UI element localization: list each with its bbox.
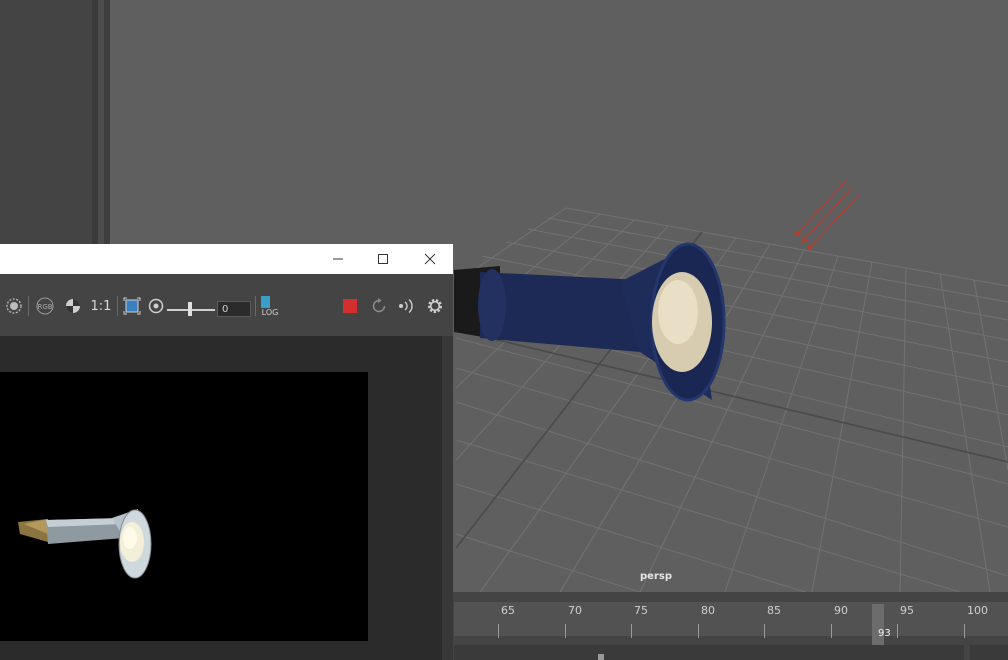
maximize-button[interactable] <box>363 244 403 274</box>
toolbar-separator <box>255 296 256 316</box>
timeline-tick <box>565 624 566 638</box>
ground-grid <box>455 207 1008 592</box>
settings-button[interactable] <box>425 291 445 321</box>
close-icon <box>424 253 436 265</box>
log-button[interactable]: LOG <box>259 291 281 321</box>
timeline-tick <box>964 624 965 638</box>
checker-background-button[interactable] <box>62 291 84 321</box>
timeline-tick-label: 80 <box>701 604 715 617</box>
frame-region-button[interactable] <box>122 291 142 321</box>
timeline-tick-label: 90 <box>834 604 848 617</box>
minimize-button[interactable] <box>318 244 358 274</box>
log-icon: LOG <box>261 296 279 317</box>
gear-icon <box>428 299 442 313</box>
svg-text:RGB: RGB <box>37 303 52 311</box>
refresh-button[interactable] <box>369 291 389 321</box>
refresh-icon <box>372 297 386 313</box>
current-frame-marker[interactable] <box>872 604 884 646</box>
timeline-tick <box>498 624 499 638</box>
current-frame-label: 93 <box>878 628 891 639</box>
toolbar-separator <box>117 296 118 316</box>
snapshot-icon <box>6 298 22 314</box>
exposure-button[interactable] <box>146 291 166 321</box>
outliner-panel <box>0 0 92 244</box>
timeline-ruler[interactable]: 93 65 70 75 80 85 90 95 100 <box>454 602 1008 646</box>
timeline-tick-label: 75 <box>634 604 648 617</box>
timeline-tick-label: 65 <box>501 604 515 617</box>
timeline-tick <box>831 624 832 638</box>
window-titlebar[interactable] <box>0 244 453 275</box>
one-to-one-button[interactable]: 1:1 <box>90 291 112 321</box>
rgb-channel-icon: RGB <box>36 297 54 315</box>
snapshot-button[interactable] <box>4 291 24 321</box>
checker-icon <box>66 299 80 313</box>
timeline-tick-label: 85 <box>767 604 781 617</box>
stop-render-button[interactable] <box>341 291 359 321</box>
rendered-image <box>0 372 368 641</box>
render-view-window[interactable]: RGB 1:1 0 LOG <box>0 244 453 660</box>
vertical-scrollbar[interactable] <box>442 336 453 660</box>
close-button[interactable] <box>410 244 450 274</box>
stop-icon <box>343 299 357 313</box>
timeline-tick-label: 70 <box>568 604 582 617</box>
range-end-field[interactable] <box>970 645 1008 660</box>
exposure-slider-thumb[interactable] <box>188 302 192 316</box>
maximize-icon <box>378 254 388 264</box>
timeline-tick <box>698 624 699 638</box>
panel-divider[interactable] <box>104 0 110 244</box>
minimize-icon <box>333 258 343 260</box>
frame-region-icon <box>123 297 141 315</box>
rendered-flashlight <box>18 509 152 579</box>
timeline-tick-label: 95 <box>900 604 914 617</box>
range-slider-handle[interactable] <box>598 654 604 660</box>
range-slider[interactable] <box>454 645 964 660</box>
exposure-value-field[interactable]: 0 <box>217 301 251 317</box>
broadcast-icon <box>399 298 413 314</box>
svg-text:LOG: LOG <box>262 308 279 317</box>
timeline-tick <box>897 624 898 638</box>
render-toolbar: RGB 1:1 0 LOG <box>0 274 453 334</box>
directional-light-icon[interactable] <box>795 181 860 250</box>
timeline-tick <box>764 624 765 638</box>
toolbar-separator <box>28 296 29 316</box>
timeline-tick <box>631 624 632 638</box>
camera-label: persp <box>640 571 672 582</box>
aperture-icon <box>148 298 164 314</box>
rgb-channel-button[interactable]: RGB <box>34 291 56 321</box>
render-canvas-area[interactable] <box>0 336 442 660</box>
timeline-tick-label: 100 <box>967 604 988 617</box>
ipr-button[interactable] <box>396 291 418 321</box>
